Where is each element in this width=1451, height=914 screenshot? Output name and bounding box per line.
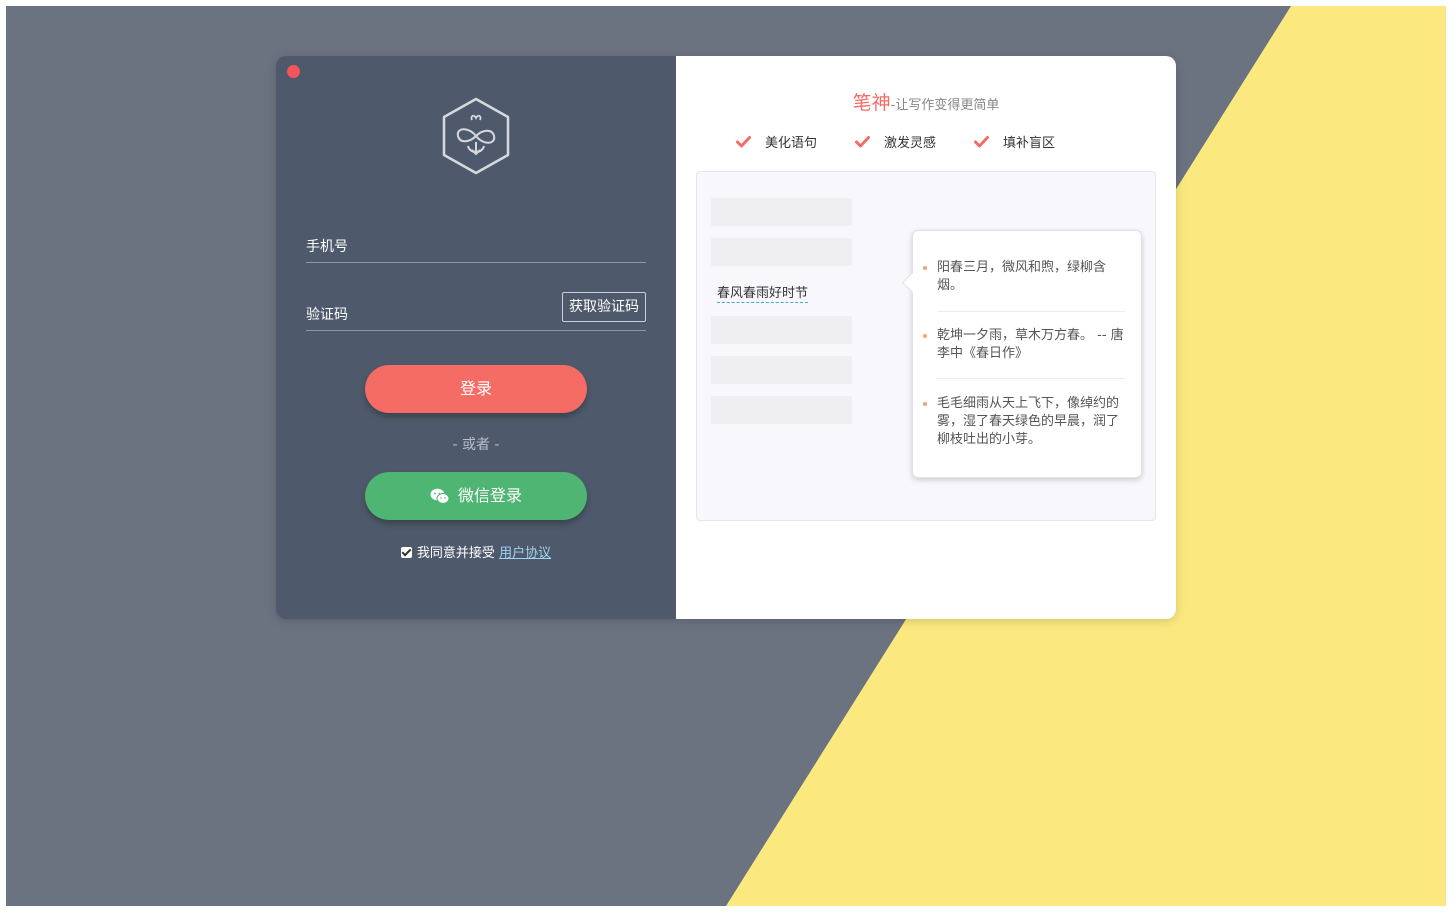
login-panel: 手机号 验证码 获取验证码 登录 - 或者 - 微信登录 我同意并接受 用户协议	[276, 56, 676, 619]
page-background: 手机号 验证码 获取验证码 登录 - 或者 - 微信登录 我同意并接受 用户协议…	[6, 6, 1446, 906]
placeholder-line	[711, 396, 852, 424]
sample-sentence: 春风春雨好时节	[717, 282, 809, 303]
login-button[interactable]: 登录	[365, 365, 587, 413]
feature-label: 填补盲区	[1003, 136, 1056, 151]
wechat-login-button[interactable]: 微信登录	[365, 472, 587, 520]
placeholder-line	[711, 198, 852, 226]
suggestion-item: 毛毛细雨从天上飞下，像绰约的雾，湿了春天绿色的早晨，润了柳枝吐出的小芽。	[923, 395, 1127, 449]
suggestion-item: 乾坤一夕雨，草木万方春。 -- 唐 李中《春日作》	[923, 327, 1127, 363]
demo-editor: 春风春雨好时节 阳春三月，微风和煦，绿柳含烟。 乾坤一夕雨，草木万方春。 -- …	[696, 171, 1156, 521]
suggestion-popup: 阳春三月，微风和煦，绿柳含烟。 乾坤一夕雨，草木万方春。 -- 唐 李中《春日作…	[901, 230, 1142, 478]
wechat-icon	[430, 488, 450, 504]
feature-item: 美化语句	[736, 132, 817, 151]
promo-title: 笔神-让写作变得更简单	[676, 88, 1176, 115]
close-icon[interactable]	[287, 65, 300, 78]
phone-field[interactable]: 手机号	[306, 228, 646, 263]
feature-item: 填补盲区	[974, 132, 1055, 151]
code-label: 验证码	[306, 307, 348, 323]
check-icon	[855, 135, 871, 147]
promo-panel: 笔神-让写作变得更简单 美化语句 激发灵感 填补盲区 春风春雨好时节 阳春三月，…	[676, 56, 1176, 619]
divider	[937, 378, 1125, 379]
phone-label: 手机号	[306, 239, 348, 255]
check-icon	[974, 135, 990, 147]
placeholder-line	[711, 356, 852, 384]
placeholder-line	[711, 238, 852, 266]
get-code-button[interactable]: 获取验证码	[562, 292, 646, 322]
check-icon	[736, 135, 751, 147]
feature-label: 激发灵感	[884, 136, 937, 151]
divider	[937, 311, 1125, 312]
feature-label: 美化语句	[765, 136, 818, 151]
feature-item: 激发灵感	[855, 132, 936, 151]
or-divider-text: - 或者 -	[452, 437, 500, 453]
bee-hexagon-logo-icon	[442, 97, 510, 175]
feature-list: 美化语句 激发灵感 填补盲区	[736, 132, 1116, 151]
verification-code-field[interactable]: 验证码 获取验证码	[306, 292, 646, 331]
agreement-row: 我同意并接受 用户协议	[276, 542, 676, 561]
login-card: 手机号 验证码 获取验证码 登录 - 或者 - 微信登录 我同意并接受 用户协议…	[276, 56, 1176, 619]
placeholder-line	[711, 316, 852, 344]
brand-name: 笔神	[852, 92, 891, 114]
user-agreement-link[interactable]: 用户协议	[499, 546, 551, 561]
slogan: -让写作变得更简单	[890, 98, 1000, 113]
agree-checkbox[interactable]	[400, 547, 412, 558]
suggestion-item: 阳春三月，微风和煦，绿柳含烟。	[923, 259, 1127, 295]
wechat-button-label: 微信登录	[457, 486, 522, 505]
agree-text: 我同意并接受	[416, 546, 495, 561]
popup-arrow	[901, 271, 924, 294]
